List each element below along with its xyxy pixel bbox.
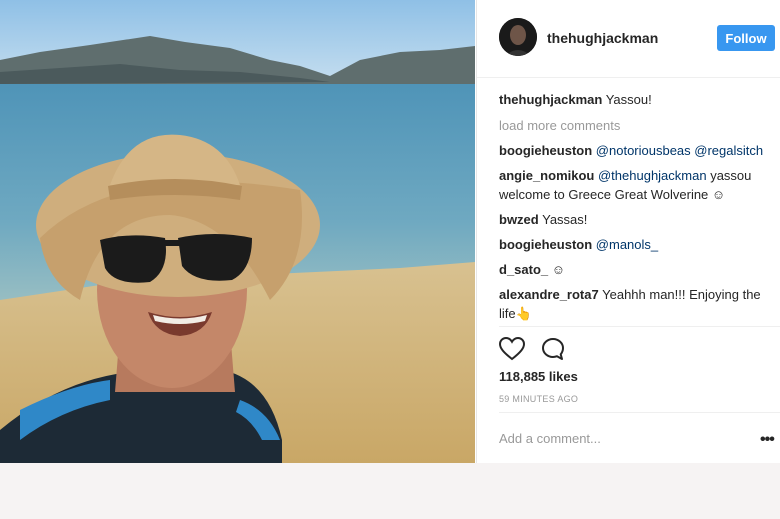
comment-text: Yassas! [542, 212, 588, 227]
comment-username[interactable]: d_sato_ [499, 262, 548, 277]
caption-username[interactable]: thehughjackman [499, 92, 602, 107]
comment-text: ☺ [551, 262, 566, 277]
user-avatar[interactable] [499, 18, 537, 56]
comment-username[interactable]: bwzed [499, 212, 539, 227]
comment-username[interactable]: angie_nomikou [499, 168, 594, 183]
comment-item: boogieheuston @manols_ [499, 235, 773, 254]
comments-list: thehughjackman Yassou! load more comment… [499, 90, 773, 329]
comment-item: bwzed Yassas! [499, 210, 773, 229]
post-header: thehughjackman Follow [477, 0, 780, 78]
comment-item: alexandre_rota7 Yeahhh man!!! Enjoying t… [499, 285, 773, 323]
comment-mention[interactable]: @manols_ [596, 237, 658, 252]
comment-mention[interactable]: @thehughjackman [598, 168, 707, 183]
comment-bubble-icon[interactable] [541, 337, 565, 366]
caption-text: Yassou! [605, 92, 652, 107]
load-more-comments-link[interactable]: load more comments [499, 116, 773, 135]
post-timestamp[interactable]: 59 MINUTES AGO [499, 394, 578, 404]
post-actions [498, 336, 577, 366]
heart-icon[interactable] [498, 336, 526, 366]
comment-username[interactable]: alexandre_rota7 [499, 287, 599, 302]
header-username[interactable]: thehughjackman [547, 30, 658, 46]
divider [499, 326, 780, 327]
comment-item: angie_nomikou @thehughjackman yassou wel… [499, 166, 773, 204]
comment-item: d_sato_ ☺ [499, 260, 773, 279]
instagram-post-card: thehughjackman Follow thehughjackman Yas… [0, 0, 780, 463]
post-photo[interactable] [0, 0, 475, 463]
comment-item: boogieheuston @notoriousbeas @regalsitch [499, 141, 773, 160]
likes-count[interactable]: 118,885 likes [499, 369, 578, 384]
divider [499, 412, 780, 413]
comment-mention[interactable]: @notoriousbeas @regalsitch [596, 143, 763, 158]
post-details-panel: thehughjackman Follow thehughjackman Yas… [476, 0, 780, 463]
caption: thehughjackman Yassou! [499, 90, 773, 109]
comment-username[interactable]: boogieheuston [499, 237, 592, 252]
comment-username[interactable]: boogieheuston [499, 143, 592, 158]
more-options-icon[interactable]: ••• [760, 431, 775, 449]
follow-button[interactable]: Follow [717, 25, 775, 51]
add-comment-input[interactable]: Add a comment... [499, 431, 601, 446]
